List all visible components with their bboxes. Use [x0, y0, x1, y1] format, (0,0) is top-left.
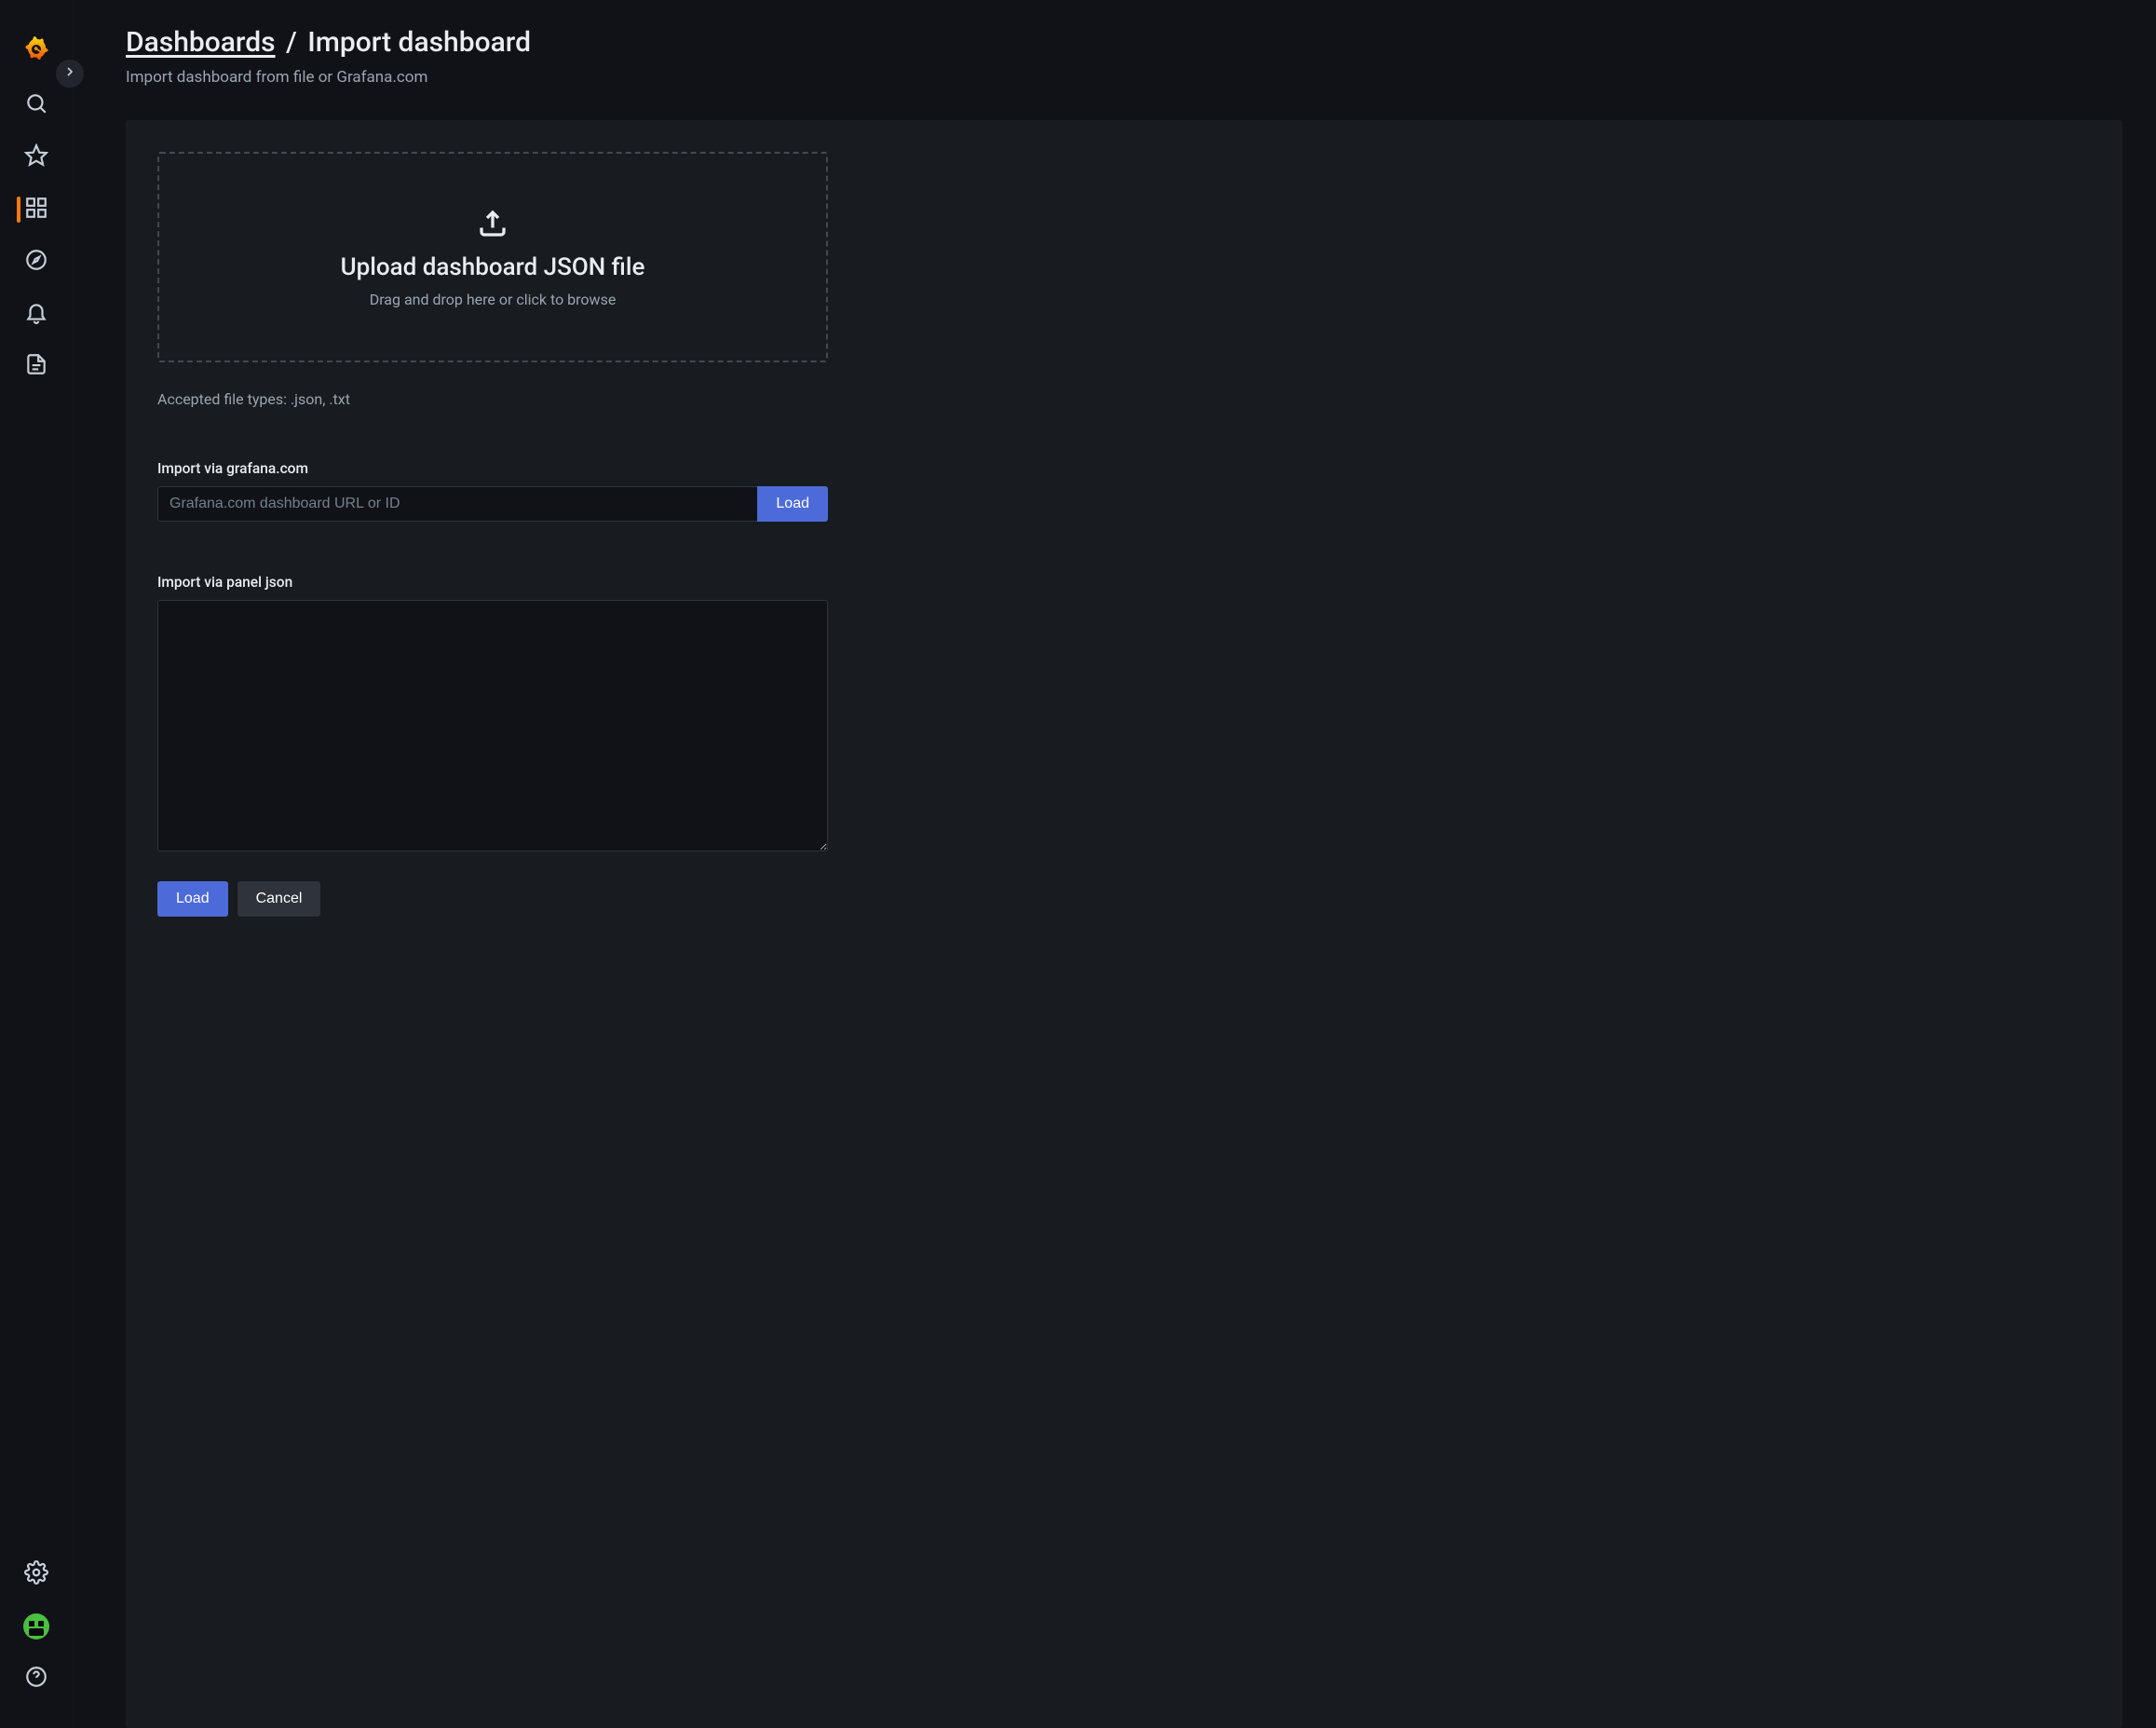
- explore-icon: [24, 248, 48, 276]
- breadcrumb-separator: /: [286, 26, 297, 59]
- load-button[interactable]: Load: [157, 881, 228, 917]
- sidebar-item-pages[interactable]: [0, 340, 73, 392]
- dropzone-title: Upload dashboard JSON file: [341, 253, 645, 281]
- upload-dropzone[interactable]: Upload dashboard JSON file Drag and drop…: [157, 152, 828, 362]
- upload-icon: [476, 207, 509, 244]
- app-root: Dashboards / Import dashboard Import das…: [0, 0, 2156, 1728]
- pages-icon: [24, 352, 48, 380]
- sidebar-expand-button[interactable]: [56, 60, 84, 88]
- star-icon: [24, 143, 48, 171]
- grafana-logo-icon: [21, 34, 51, 68]
- breadcrumb-current: Import dashboard: [307, 26, 531, 59]
- sidebar-item-profile[interactable]: [0, 1600, 73, 1653]
- dropzone-hint: Drag and drop here or click to browse: [370, 291, 617, 308]
- import-panel: Upload dashboard JSON file Drag and drop…: [126, 120, 2122, 1728]
- panel-json-label: Import via panel json: [157, 574, 828, 591]
- grafana-import-row: Load: [157, 486, 828, 522]
- breadcrumb: Dashboards / Import dashboard: [126, 26, 2122, 59]
- sidebar-item-alerting[interactable]: [0, 288, 73, 340]
- page-header: Dashboards / Import dashboard Import das…: [126, 26, 2122, 87]
- grafana-url-input[interactable]: [157, 486, 757, 522]
- sidebar-item-dashboards[interactable]: [0, 184, 73, 236]
- grafana-load-button[interactable]: Load: [757, 486, 828, 522]
- sidebar-item-starred[interactable]: [0, 131, 73, 184]
- settings-icon: [24, 1560, 48, 1588]
- sidebar: [0, 0, 73, 1728]
- action-buttons: Load Cancel: [157, 881, 828, 917]
- sidebar-item-settings[interactable]: [0, 1548, 73, 1600]
- sidebar-item-explore[interactable]: [0, 236, 73, 288]
- panel-json-textarea[interactable]: [157, 600, 828, 851]
- accepted-file-types: Accepted file types: .json, .txt: [157, 390, 828, 408]
- cancel-button[interactable]: Cancel: [237, 881, 321, 917]
- chevron-right-icon: [62, 64, 77, 83]
- main-content: Dashboards / Import dashboard Import das…: [73, 0, 2156, 1728]
- grafana-import-label: Import via grafana.com: [157, 460, 828, 477]
- sidebar-item-search[interactable]: [0, 79, 73, 131]
- dashboards-icon: [24, 196, 48, 224]
- search-icon: [24, 91, 48, 119]
- page-subtitle: Import dashboard from file or Grafana.co…: [126, 68, 2122, 87]
- alerting-icon: [24, 300, 48, 328]
- breadcrumb-parent-link[interactable]: Dashboards: [126, 26, 276, 59]
- help-icon: [24, 1665, 48, 1693]
- avatar: [23, 1613, 49, 1640]
- sidebar-item-help[interactable]: [0, 1653, 73, 1705]
